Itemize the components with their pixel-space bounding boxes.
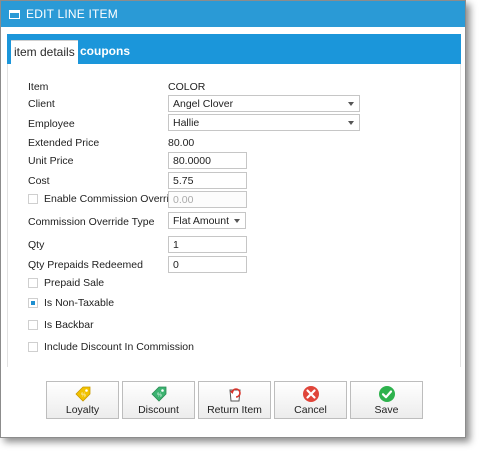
is-backbar-label: Is Backbar — [44, 319, 94, 331]
return-icon — [228, 388, 241, 402]
window-title: EDIT LINE ITEM — [26, 7, 118, 21]
item-details-panel: Item COLOR Client Angel Clover Employee … — [7, 64, 461, 367]
save-button[interactable]: Save — [350, 381, 423, 419]
enable-commission-override-label: Enable Commission Override — [44, 193, 181, 205]
save-button-label: Save — [374, 404, 399, 416]
include-discount-in-commission-checkbox[interactable] — [28, 342, 38, 352]
employee-label: Employee — [28, 118, 75, 130]
is-backbar-checkbox[interactable] — [28, 320, 38, 330]
tab-item-details[interactable]: item details — [11, 40, 78, 64]
loyalty-button[interactable]: % Loyalty — [46, 381, 119, 419]
edit-line-item-dialog: EDIT LINE ITEM item details coupons Item… — [0, 0, 466, 438]
window-icon — [9, 9, 20, 19]
employee-select[interactable]: Hallie — [168, 114, 360, 131]
cost-input[interactable]: 5.75 — [168, 172, 247, 189]
chevron-down-icon — [234, 219, 240, 223]
title-bar: EDIT LINE ITEM — [1, 1, 465, 27]
qty-prepaids-redeemed-label: Qty Prepaids Redeemed — [28, 259, 143, 271]
extended-price-value: 80.00 — [168, 137, 195, 149]
chevron-down-icon — [348, 121, 354, 125]
discount-button[interactable]: % Discount — [122, 381, 195, 419]
extended-price-label: Extended Price — [28, 137, 100, 149]
prepaid-sale-checkbox[interactable] — [28, 278, 38, 288]
loyalty-button-label: Loyalty — [65, 404, 100, 416]
return-item-button[interactable]: Return Item — [198, 381, 271, 419]
unit-price-input[interactable]: 80.0000 — [168, 152, 247, 169]
client-select[interactable]: Angel Clover — [168, 95, 360, 112]
commission-override-type-select[interactable]: Flat Amount — [168, 212, 246, 229]
include-discount-in-commission-label: Include Discount In Commission — [44, 341, 194, 353]
is-non-taxable-label: Is Non-Taxable — [44, 297, 115, 309]
cancel-button[interactable]: Cancel — [274, 381, 347, 419]
qty-label: Qty — [28, 239, 45, 251]
discount-button-label: Discount — [138, 404, 179, 416]
discount-tag-icon: % — [150, 386, 166, 402]
client-label: Client — [28, 98, 55, 110]
loyalty-tag-icon: % — [74, 386, 90, 402]
cost-label: Cost — [28, 175, 50, 187]
chevron-down-icon — [348, 102, 354, 106]
qty-prepaids-redeemed-input[interactable]: 0 — [168, 256, 247, 273]
tab-coupons[interactable]: coupons — [77, 40, 133, 64]
svg-text:%: % — [157, 393, 162, 399]
commission-override-type-value: Flat Amount — [173, 215, 230, 227]
save-check-icon — [378, 386, 395, 402]
item-value: COLOR — [168, 81, 206, 93]
employee-select-value: Hallie — [173, 117, 200, 129]
prepaid-sale-label: Prepaid Sale — [44, 277, 105, 289]
return-item-button-label: Return Item — [207, 404, 262, 416]
unit-price-label: Unit Price — [28, 155, 74, 167]
client-select-value: Angel Clover — [173, 98, 234, 110]
qty-input[interactable]: 1 — [168, 236, 247, 253]
commission-override-input[interactable]: 0.00 — [168, 191, 247, 208]
is-non-taxable-checkbox[interactable] — [28, 298, 38, 308]
item-label: Item — [28, 81, 49, 93]
svg-text:%: % — [81, 393, 86, 399]
tab-bar: item details coupons — [7, 34, 461, 64]
commission-override-type-label: Commission Override Type — [28, 216, 155, 228]
enable-commission-override-checkbox[interactable] — [28, 194, 38, 204]
cancel-x-icon — [302, 386, 319, 402]
cancel-button-label: Cancel — [294, 404, 327, 416]
